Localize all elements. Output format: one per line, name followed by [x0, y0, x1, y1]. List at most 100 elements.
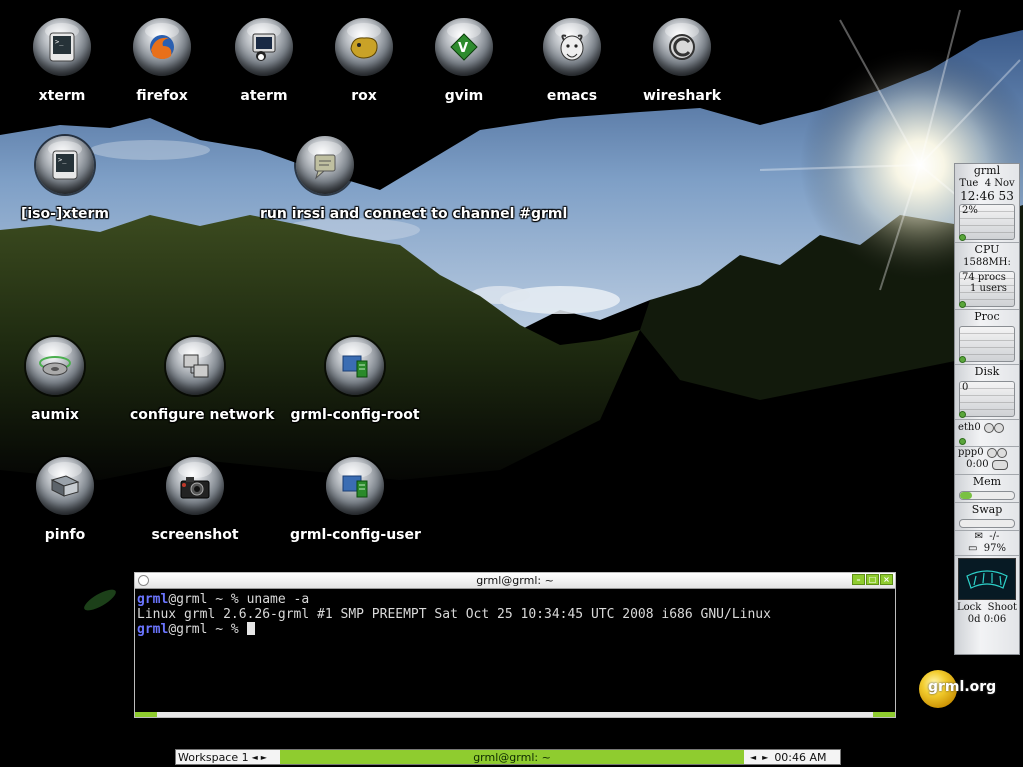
terminal-icon: >_ [33, 18, 91, 76]
gk-ppp-connect-button[interactable] [991, 459, 1008, 470]
gk-battery-value: 97% [983, 543, 1007, 554]
prev-workspace-icon[interactable]: ◄ [252, 750, 258, 764]
next-window-icon[interactable]: ► [762, 750, 768, 764]
gk-disk-label: Disk [974, 365, 1000, 378]
workspace-label: Workspace 1 [178, 751, 249, 764]
workspace-switcher[interactable]: Workspace 1 ◄ ► [176, 750, 280, 764]
camera-icon [166, 457, 224, 515]
gk-mail-value: -/- [989, 531, 1000, 542]
gk-procs: 74 procs [962, 272, 1006, 283]
icon-label: [iso-]xterm [20, 206, 110, 222]
battery-icon: ▭ [967, 543, 978, 554]
gk-users: 1 users [970, 283, 1007, 294]
gk-load-chart[interactable]: 2% [959, 204, 1015, 240]
desktop-icon-pinfo[interactable]: pinfo [0, 457, 130, 543]
gk-cpu-label: CPU [974, 243, 1000, 256]
icon-label: configure network [130, 407, 275, 423]
desktop-icon-wireshark[interactable]: wireshark [617, 18, 747, 104]
firefox-icon [133, 18, 191, 76]
gk-cpu-chart[interactable]: 74 procs 1 users [959, 271, 1015, 307]
gk-uptime: 0d 0:06 [967, 614, 1007, 625]
icon-label: wireshark [642, 88, 722, 104]
terminal-window[interactable]: grml@grml: ~ – □ × grml@grml ~ % uname -… [134, 572, 896, 718]
desktop-icon-screenshot[interactable]: screenshot [130, 457, 260, 543]
prompt-rest: @grml ~ % [168, 622, 247, 637]
gk-ppp-label: ppp0 [958, 447, 984, 458]
gk-ppp-time-row: 0:00 [955, 459, 1019, 471]
gk-ppp-tx-icon [996, 447, 1007, 458]
gk-eth-tx-icon [993, 422, 1004, 433]
irssi-icon [296, 136, 354, 194]
terminal-line: Linux grml 2.6.26-grml #1 SMP PREEMPT Sa… [137, 607, 771, 622]
taskbar-right: ◄ ► 00:46 AM [744, 750, 840, 764]
minimize-icon[interactable]: – [852, 574, 865, 585]
gk-led [959, 234, 966, 241]
wireshark-icon [653, 18, 711, 76]
window-menu-icon[interactable] [138, 575, 149, 586]
icon-label: screenshot [151, 527, 239, 543]
gk-mem-bar [959, 491, 1015, 500]
prev-window-icon[interactable]: ◄ [750, 750, 756, 764]
terminal-bottom-border [135, 712, 895, 717]
lock-button[interactable]: Lock [957, 602, 981, 613]
speaker-icon [26, 337, 84, 395]
prompt-user: grml [137, 622, 169, 637]
icon-label: pinfo [44, 527, 86, 543]
terminal-title: grml@grml: ~ [476, 574, 554, 587]
gk-swap-section: Swap [955, 503, 1019, 531]
gk-led [959, 411, 966, 418]
gk-proc-label: Proc [974, 310, 1000, 323]
desktop-icon-iso-xterm[interactable]: >_ [iso-]xterm [0, 136, 130, 222]
icon-label: aumix [31, 407, 79, 423]
network-icon [166, 337, 224, 395]
gk-proc-chart[interactable] [959, 326, 1015, 362]
icon-label: grml-config-root [290, 407, 420, 423]
gk-cpu-section: CPU 1588MH: 74 procs 1 users [955, 243, 1019, 310]
gvim-icon: V [435, 18, 493, 76]
gk-mem-bar-fill [960, 492, 972, 499]
close-icon[interactable]: × [880, 574, 893, 585]
grml-logo-text: grml.org [928, 679, 997, 695]
gk-cpu-freq: 1588MH: [963, 257, 1011, 268]
gk-swap-bar [959, 519, 1015, 528]
svg-text:>_: >_ [55, 38, 64, 46]
icon-label: grml-config-user [290, 527, 421, 543]
taskbar: Workspace 1 ◄ ► grml@grml: ~ ◄ ► 00:46 A… [175, 749, 841, 765]
svg-text:V: V [458, 41, 468, 56]
gk-clock-section: grml Tue 4 Nov 12:46 53 2% [955, 164, 1019, 243]
prompt-rest: @grml ~ % uname -a [168, 592, 310, 607]
prompt-user: grml [137, 592, 169, 607]
gk-eth-section: eth0 [955, 422, 1019, 447]
gk-led [959, 356, 966, 363]
gk-time: 12:46 53 [960, 189, 1014, 203]
icon-label: run irssi and connect to channel #grml [260, 206, 567, 222]
terminal-icon: >_ [36, 136, 94, 194]
gk-mem-label: Mem [972, 475, 1002, 488]
keyboard-icon[interactable] [958, 558, 1016, 600]
config-icon [326, 337, 384, 395]
desktop-icon-aumix[interactable]: aumix [0, 337, 120, 423]
desktop-icon-grml-config-root[interactable]: grml-config-root [290, 337, 420, 423]
terminal-titlebar[interactable]: grml@grml: ~ – □ × [135, 573, 895, 589]
taskbar-task-terminal[interactable]: grml@grml: ~ [280, 750, 744, 764]
book-icon [36, 457, 94, 515]
mail-icon: ✉ [974, 531, 983, 542]
maximize-icon[interactable]: □ [866, 574, 879, 585]
gk-disk-section: Disk 0 [955, 365, 1019, 420]
gk-swap-label: Swap [971, 503, 1003, 516]
next-workspace-icon[interactable]: ► [261, 750, 267, 764]
gk-ppp-section: ppp0 0:00 [955, 447, 1019, 475]
gk-load-value: 2% [962, 205, 978, 216]
desktop-icon-irssi[interactable]: run irssi and connect to channel #grml [260, 136, 567, 222]
shoot-button[interactable]: Shoot [988, 602, 1017, 613]
gk-mail-row: ✉ -/- [955, 531, 1019, 543]
gk-ppp-row: ppp0 [955, 447, 1019, 459]
terminal-output[interactable]: grml@grml ~ % uname -a Linux grml 2.6.26-… [135, 589, 895, 637]
gk-led [959, 301, 966, 308]
gk-eth-rx-icon [983, 422, 994, 433]
gk-day: Tue [959, 178, 979, 189]
gkrellm-panel[interactable]: grml Tue 4 Nov 12:46 53 2% CPU 1588MH: 7… [954, 163, 1020, 655]
desktop-icon-configure-network[interactable]: configure network [130, 337, 275, 423]
desktop-icon-grml-config-user[interactable]: grml-config-user [290, 457, 421, 543]
gk-disk-chart[interactable]: 0 [959, 381, 1015, 417]
